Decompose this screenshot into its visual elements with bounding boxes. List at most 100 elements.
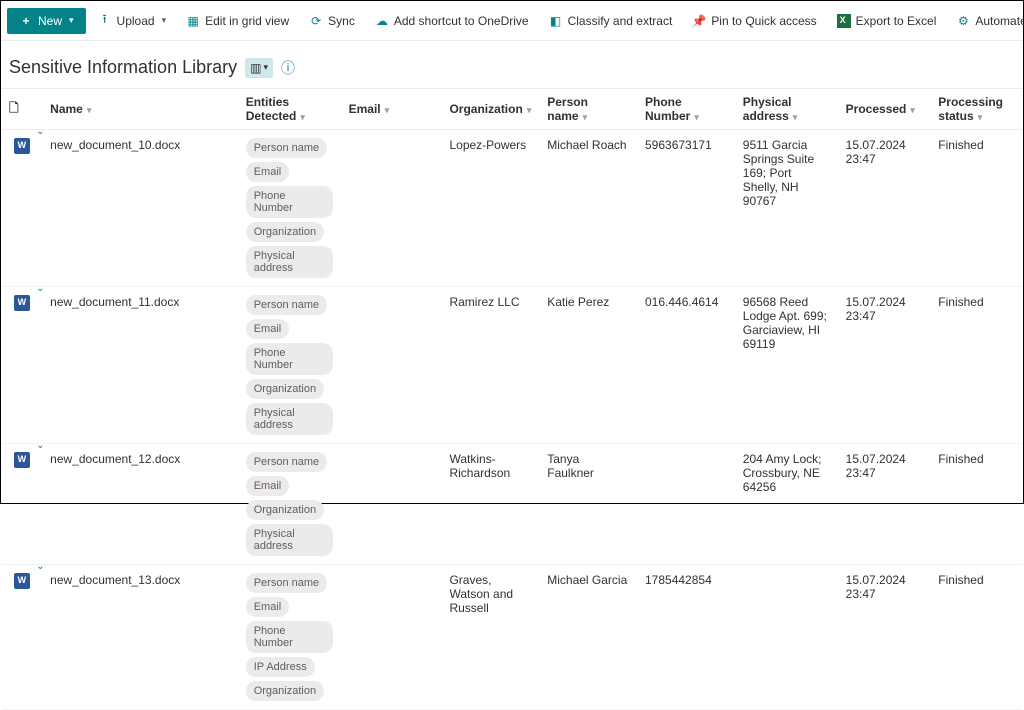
entity-chip: Phone Number — [246, 186, 333, 218]
new-indicator-icon: ⌄ — [36, 561, 44, 572]
docx-icon — [14, 138, 30, 154]
file-icon: 🗋 — [9, 101, 19, 115]
chevron-down-icon: ▾ — [385, 105, 390, 115]
chevron-down-icon: ▾ — [527, 105, 532, 115]
export-excel-button[interactable]: Export to Excel — [829, 8, 945, 34]
pin-label: Pin to Quick access — [711, 14, 816, 28]
addr-cell: 9511 Garcia Springs Suite 169; Port Shel… — [735, 130, 838, 287]
docx-icon — [14, 452, 30, 468]
table-row[interactable]: ⌄new_document_13.docxPerson nameEmailPho… — [1, 565, 1023, 710]
col-filetype[interactable]: 🗋 — [1, 89, 42, 130]
new-button[interactable]: + New ▾ — [7, 8, 86, 34]
status-cell: Finished — [930, 287, 1023, 444]
sync-button[interactable]: ⟳ Sync — [301, 8, 363, 34]
library-icon: ▥ — [250, 61, 261, 75]
col-addr[interactable]: Physical address▾ — [735, 89, 838, 130]
file-name-cell[interactable]: ⌄new_document_11.docx — [42, 287, 238, 444]
org-cell: Lopez-Powers — [441, 130, 539, 287]
table-row[interactable]: ⌄new_document_10.docx Person name Email Pho… — [1, 130, 1023, 287]
org-cell: Graves, Watson and Russell — [441, 565, 539, 710]
file-name: new_document_10.docx — [50, 138, 180, 152]
file-name: new_document_12.docx — [50, 452, 180, 466]
entity-chip: Physical address — [246, 246, 333, 278]
status-cell: Finished — [930, 565, 1023, 710]
email-cell — [341, 130, 442, 287]
pin-button[interactable]: 📌 Pin to Quick access — [684, 8, 824, 34]
shortcut-icon: ☁ — [375, 14, 389, 28]
processed-cell: 15.07.2024 23:47 — [838, 130, 931, 287]
classify-icon: ◧ — [549, 14, 563, 28]
entity-chip: Person name — [246, 138, 327, 158]
chevron-down-icon: ▾ — [87, 105, 92, 115]
file-name: new_document_11.docx — [50, 295, 179, 309]
col-status[interactable]: Processing status▾ — [930, 89, 1023, 130]
file-name-cell[interactable]: ⌄new_document_12.docx — [42, 444, 238, 565]
processed-cell: 15.07.2024 23:47 — [838, 444, 931, 565]
email-cell — [341, 565, 442, 710]
docx-icon — [14, 295, 30, 311]
page-header: Sensitive Information Library ▥ ▾ ⓘ — [1, 41, 1023, 88]
org-cell: Watkins-Richardson — [441, 444, 539, 565]
new-indicator-icon: ⌄ — [36, 283, 44, 294]
col-name[interactable]: Name▾ — [42, 89, 238, 130]
sync-icon: ⟳ — [309, 14, 323, 28]
col-org[interactable]: Organization▾ — [441, 89, 539, 130]
person-cell: Katie Perez — [539, 287, 637, 444]
new-label: New — [38, 14, 62, 28]
entity-chip: Person name — [246, 295, 327, 315]
col-processed[interactable]: Processed▾ — [838, 89, 931, 130]
new-indicator-icon: ⌄ — [36, 126, 44, 137]
automate-label: Automate — [975, 14, 1024, 28]
grid-icon: ▦ — [186, 14, 200, 28]
chevron-down-icon: ▾ — [263, 62, 268, 73]
status-cell: Finished — [930, 444, 1023, 565]
entity-chip: Organization — [246, 222, 324, 242]
entity-chip: Person name — [246, 573, 327, 593]
automate-button[interactable]: ⚙ Automate ▾ — [948, 8, 1024, 34]
email-cell — [341, 444, 442, 565]
file-type-cell — [1, 287, 42, 444]
file-type-cell — [1, 130, 42, 287]
entity-chip: Email — [246, 597, 290, 617]
entity-chip: Email — [246, 162, 290, 182]
org-cell: Ramirez LLC — [441, 287, 539, 444]
file-name-cell[interactable]: ⌄new_document_10.docx — [42, 130, 238, 287]
table-row[interactable]: ⌄new_document_11.docxPerson nameEmailPho… — [1, 287, 1023, 444]
new-indicator-icon: ⌄ — [36, 440, 44, 451]
chevron-down-icon: ▾ — [793, 112, 798, 122]
table-row[interactable]: ⌄new_document_12.docxPerson nameEmailOrg… — [1, 444, 1023, 565]
entities-cell: Person nameEmailOrganizationPhysical add… — [238, 444, 341, 565]
person-cell: Michael Roach — [539, 130, 637, 287]
processed-cell: 15.07.2024 23:47 — [838, 565, 931, 710]
sync-label: Sync — [328, 14, 355, 28]
classify-button[interactable]: ◧ Classify and extract — [541, 8, 681, 34]
col-person[interactable]: Person name▾ — [539, 89, 637, 130]
entity-chip: Phone Number — [246, 343, 333, 375]
col-phone[interactable]: Phone Number▾ — [637, 89, 735, 130]
command-bar: + New ▾ ⭱ Upload ▾ ▦ Edit in grid view ⟳… — [1, 1, 1023, 41]
col-entities[interactable]: Entities Detected▾ — [238, 89, 341, 130]
chevron-down-icon: ▾ — [694, 112, 699, 122]
docx-icon — [14, 573, 30, 589]
entities-cell: Person nameEmailPhone NumberOrganization… — [238, 287, 341, 444]
file-name-cell[interactable]: ⌄new_document_13.docx — [42, 565, 238, 710]
addr-cell: 204 Amy Lock; Crossbury, NE 64256 — [735, 444, 838, 565]
file-type-cell — [1, 444, 42, 565]
edit-grid-button[interactable]: ▦ Edit in grid view — [178, 8, 297, 34]
addr-cell: 96568 Reed Lodge Apt. 699; Garciaview, H… — [735, 287, 838, 444]
classify-label: Classify and extract — [568, 14, 673, 28]
info-icon[interactable]: ⓘ — [281, 58, 295, 78]
phone-cell — [637, 444, 735, 565]
entities-cell: Person name Email Phone Number Organization… — [238, 130, 341, 287]
chevron-down-icon: ▾ — [978, 112, 983, 122]
processed-cell: 15.07.2024 23:47 — [838, 287, 931, 444]
upload-button[interactable]: ⭱ Upload ▾ — [90, 8, 175, 34]
entity-chip: Organization — [246, 681, 324, 701]
header-row: 🗋 Name▾ Entities Detected▾ Email▾ Organi… — [1, 89, 1023, 130]
shortcut-button[interactable]: ☁ Add shortcut to OneDrive — [367, 8, 537, 34]
person-cell: Tanya Faulkner — [539, 444, 637, 565]
pin-icon: 📌 — [692, 14, 706, 28]
automate-icon: ⚙ — [956, 14, 970, 28]
view-switcher[interactable]: ▥ ▾ — [245, 58, 273, 78]
col-email[interactable]: Email▾ — [341, 89, 442, 130]
